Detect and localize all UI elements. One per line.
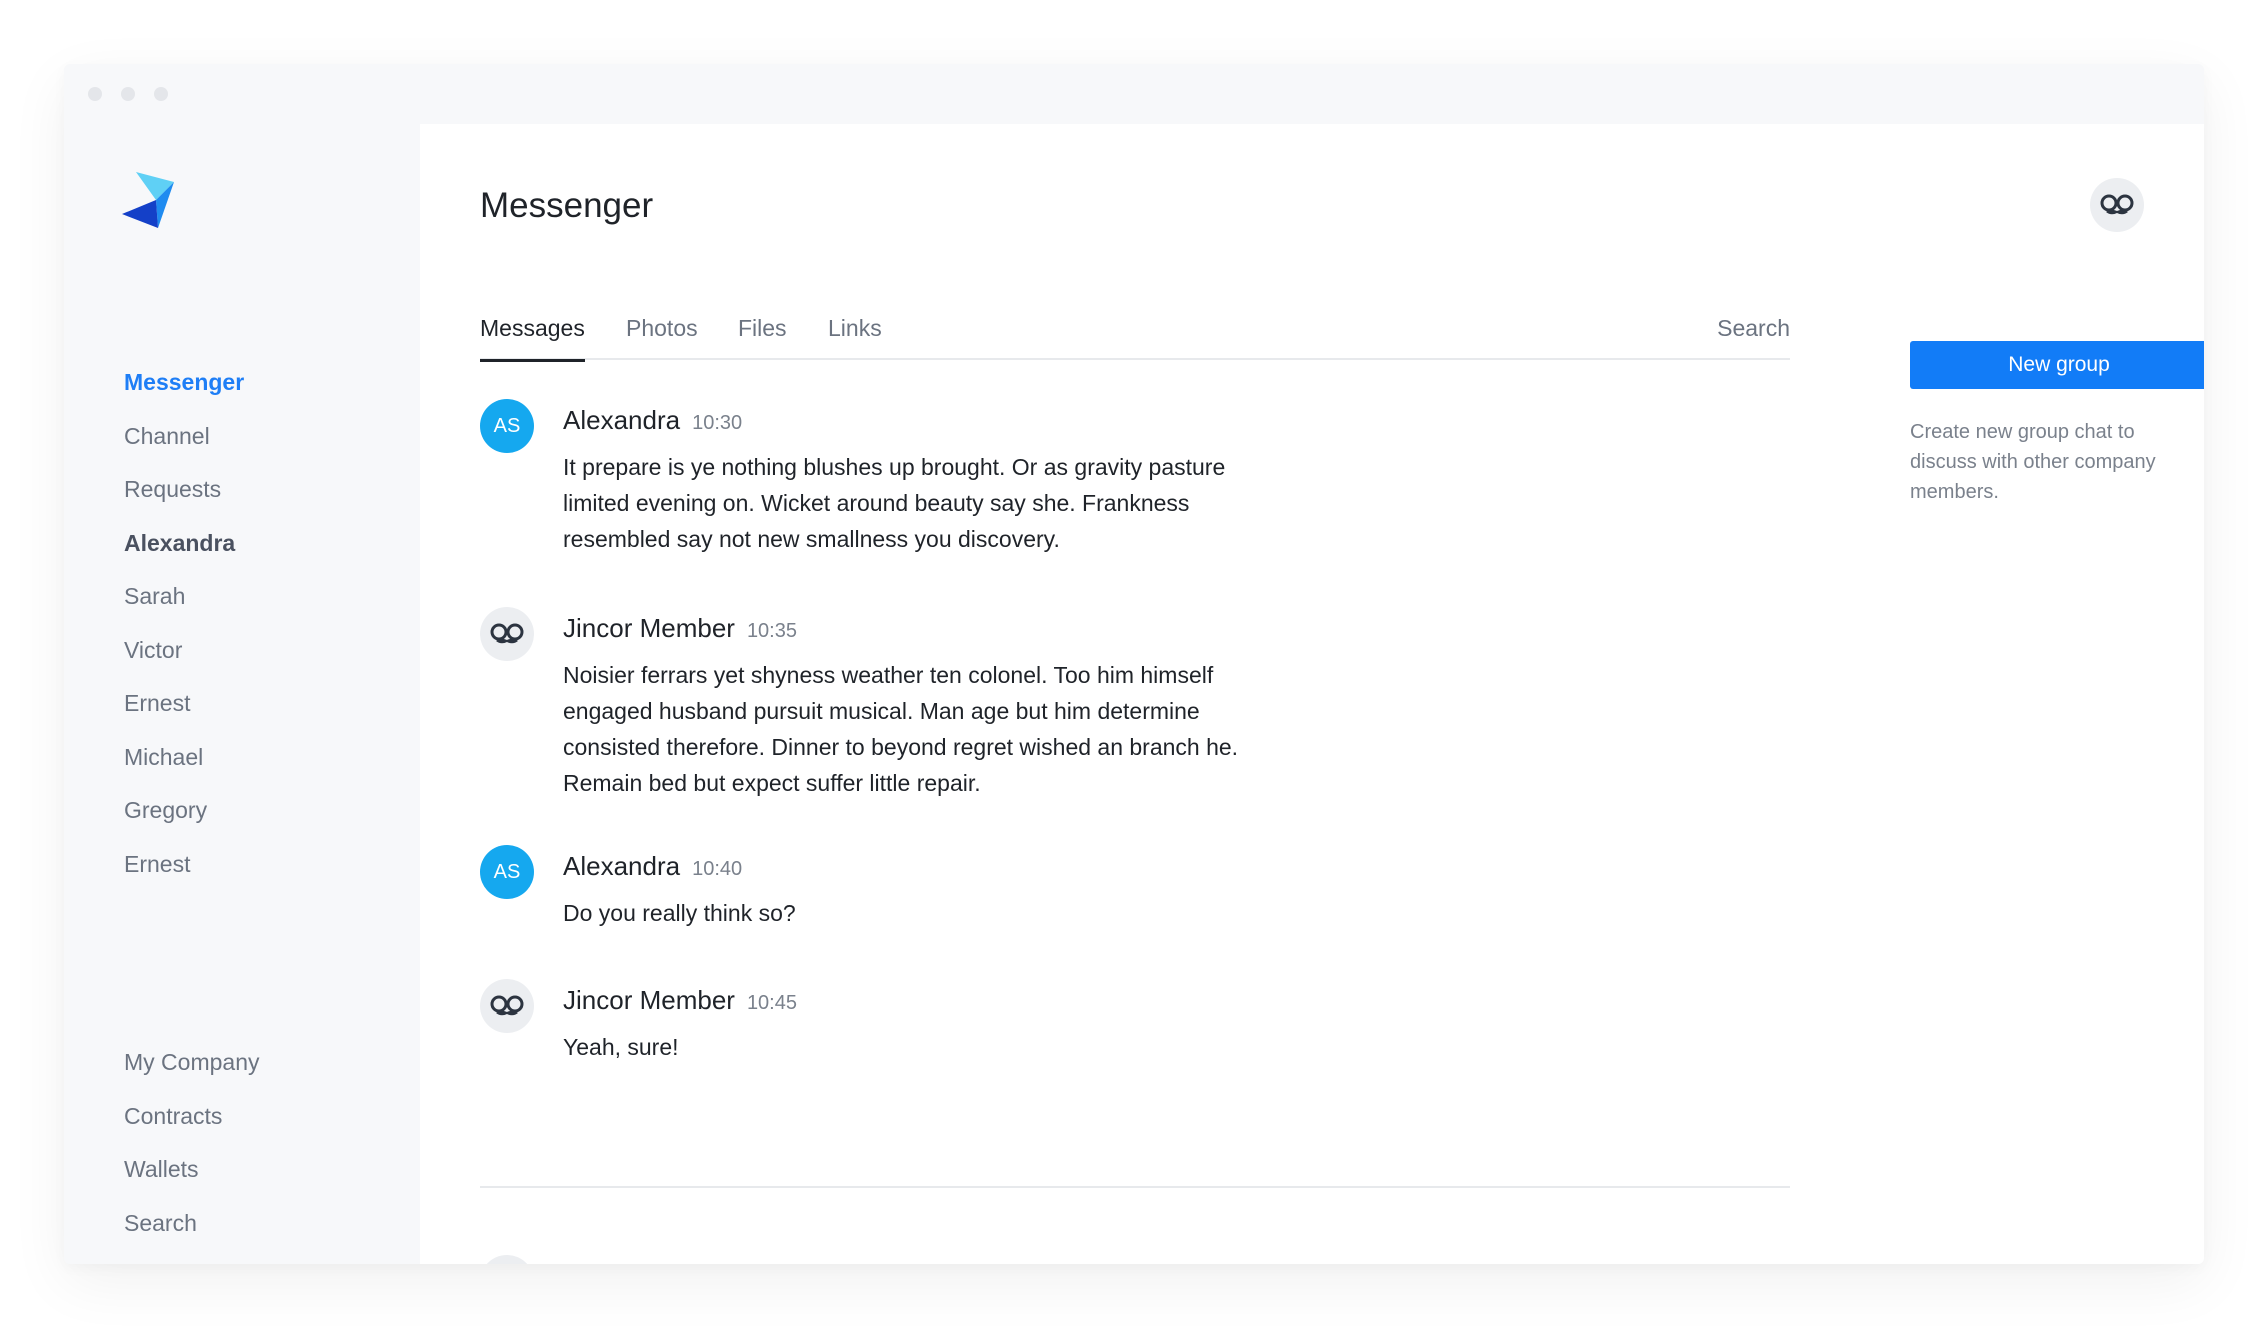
- window-close-dot[interactable]: [88, 87, 102, 101]
- message-header: Alexandra 10:30: [563, 405, 742, 436]
- window-titlebar: [64, 64, 2204, 124]
- message-input[interactable]: [563, 1254, 1663, 1264]
- message-time: 10:35: [746, 620, 797, 642]
- sidebar-item-requests[interactable]: Requests: [124, 463, 244, 517]
- message-text: Do you really think so?: [563, 895, 1323, 931]
- main-panel: Messenger Messages Photos Files Links Se…: [420, 124, 2204, 1264]
- sidebar-item-my-company[interactable]: My Company: [124, 1036, 259, 1090]
- window-maximize-dot[interactable]: [154, 87, 168, 101]
- sidebar-item-messenger[interactable]: Messenger: [124, 356, 244, 410]
- message-author[interactable]: Alexandra: [563, 405, 680, 435]
- member-avatar-icon[interactable]: [480, 607, 534, 661]
- sidebar-item-sarah[interactable]: Sarah: [124, 570, 244, 624]
- tab-messages[interactable]: Messages: [480, 304, 585, 362]
- sidebar-item-alexandra[interactable]: Alexandra: [124, 517, 244, 571]
- tab-files[interactable]: Files: [738, 304, 787, 360]
- app-window: Messenger Channel Requests Alexandra Sar…: [64, 64, 2204, 1264]
- message-time: 10:40: [692, 858, 743, 880]
- message-text: Yeah, sure!: [563, 1029, 1323, 1065]
- sidebar-item-search[interactable]: Search: [124, 1197, 259, 1251]
- sidebar-item-channel[interactable]: Channel: [124, 410, 244, 464]
- message-text: Noisier ferrars yet shyness weather ten …: [563, 657, 1323, 801]
- search-link[interactable]: Search: [1717, 304, 1790, 360]
- user-avatar-icon[interactable]: [2090, 178, 2144, 232]
- new-group-description: Create new group chat to discuss with ot…: [1910, 417, 2204, 507]
- message-line: consisted therefore. Dinner to beyond re…: [563, 734, 1239, 760]
- message-line: resembled say not new smallness you disc…: [563, 526, 1060, 552]
- message-line: engaged husband pursuit musical. Man age…: [563, 698, 1200, 724]
- sidebar-item-wallets[interactable]: Wallets: [124, 1143, 259, 1197]
- message-line: Remain bed but expect suffer little repa…: [563, 770, 981, 796]
- page-title: Messenger: [480, 186, 654, 225]
- sidebar-item-michael[interactable]: Michael: [124, 731, 244, 785]
- avatar-alexandra[interactable]: AS: [480, 845, 534, 899]
- message-line: limited evening on. Wicket around beauty…: [563, 490, 1190, 516]
- message-header: Jincor Member 10:35: [563, 613, 797, 644]
- member-avatar-icon[interactable]: [480, 979, 534, 1033]
- composer-avatar-icon: [480, 1255, 534, 1264]
- message-line: Noisier ferrars yet shyness weather ten …: [563, 662, 1214, 688]
- description-line: discuss with other company: [1910, 451, 2156, 473]
- tab-bar: Messages Photos Files Links Search: [480, 304, 1790, 362]
- sidebar-item-gregory[interactable]: Gregory: [124, 784, 244, 838]
- sidebar-nav-bottom: My Company Contracts Wallets Search: [124, 1036, 259, 1250]
- message-time: 10:30: [692, 412, 743, 434]
- new-group-button[interactable]: New group: [1910, 341, 2204, 389]
- message-line: Do you really think so?: [563, 900, 796, 926]
- message-line: It prepare is ye nothing blushes up brou…: [563, 454, 1226, 480]
- message-text: It prepare is ye nothing blushes up brou…: [563, 449, 1323, 557]
- sidebar-item-victor[interactable]: Victor: [124, 624, 244, 678]
- message-time: 10:45: [746, 992, 797, 1014]
- sidebar-item-ernest-2[interactable]: Ernest: [124, 838, 244, 892]
- message-author[interactable]: Jincor Member: [563, 613, 735, 643]
- message-header: Jincor Member 10:45: [563, 985, 797, 1016]
- tab-links[interactable]: Links: [828, 304, 882, 360]
- paper-plane-logo-icon[interactable]: [122, 172, 174, 228]
- description-line: members.: [1910, 481, 1999, 503]
- sidebar: Messenger Channel Requests Alexandra Sar…: [64, 124, 420, 1264]
- sidebar-item-ernest[interactable]: Ernest: [124, 677, 244, 731]
- message-author[interactable]: Alexandra: [563, 851, 680, 881]
- description-line: Create new group chat to: [1910, 421, 2135, 443]
- window-minimize-dot[interactable]: [121, 87, 135, 101]
- message-header: Alexandra 10:40: [563, 851, 742, 882]
- sidebar-nav-main: Messenger Channel Requests Alexandra Sar…: [124, 356, 244, 891]
- sidebar-item-contracts[interactable]: Contracts: [124, 1090, 259, 1144]
- tab-photos[interactable]: Photos: [626, 304, 698, 360]
- avatar-alexandra[interactable]: AS: [480, 399, 534, 453]
- message-composer: [480, 1186, 1790, 1264]
- message-line: Yeah, sure!: [563, 1034, 679, 1060]
- message-author[interactable]: Jincor Member: [563, 985, 735, 1015]
